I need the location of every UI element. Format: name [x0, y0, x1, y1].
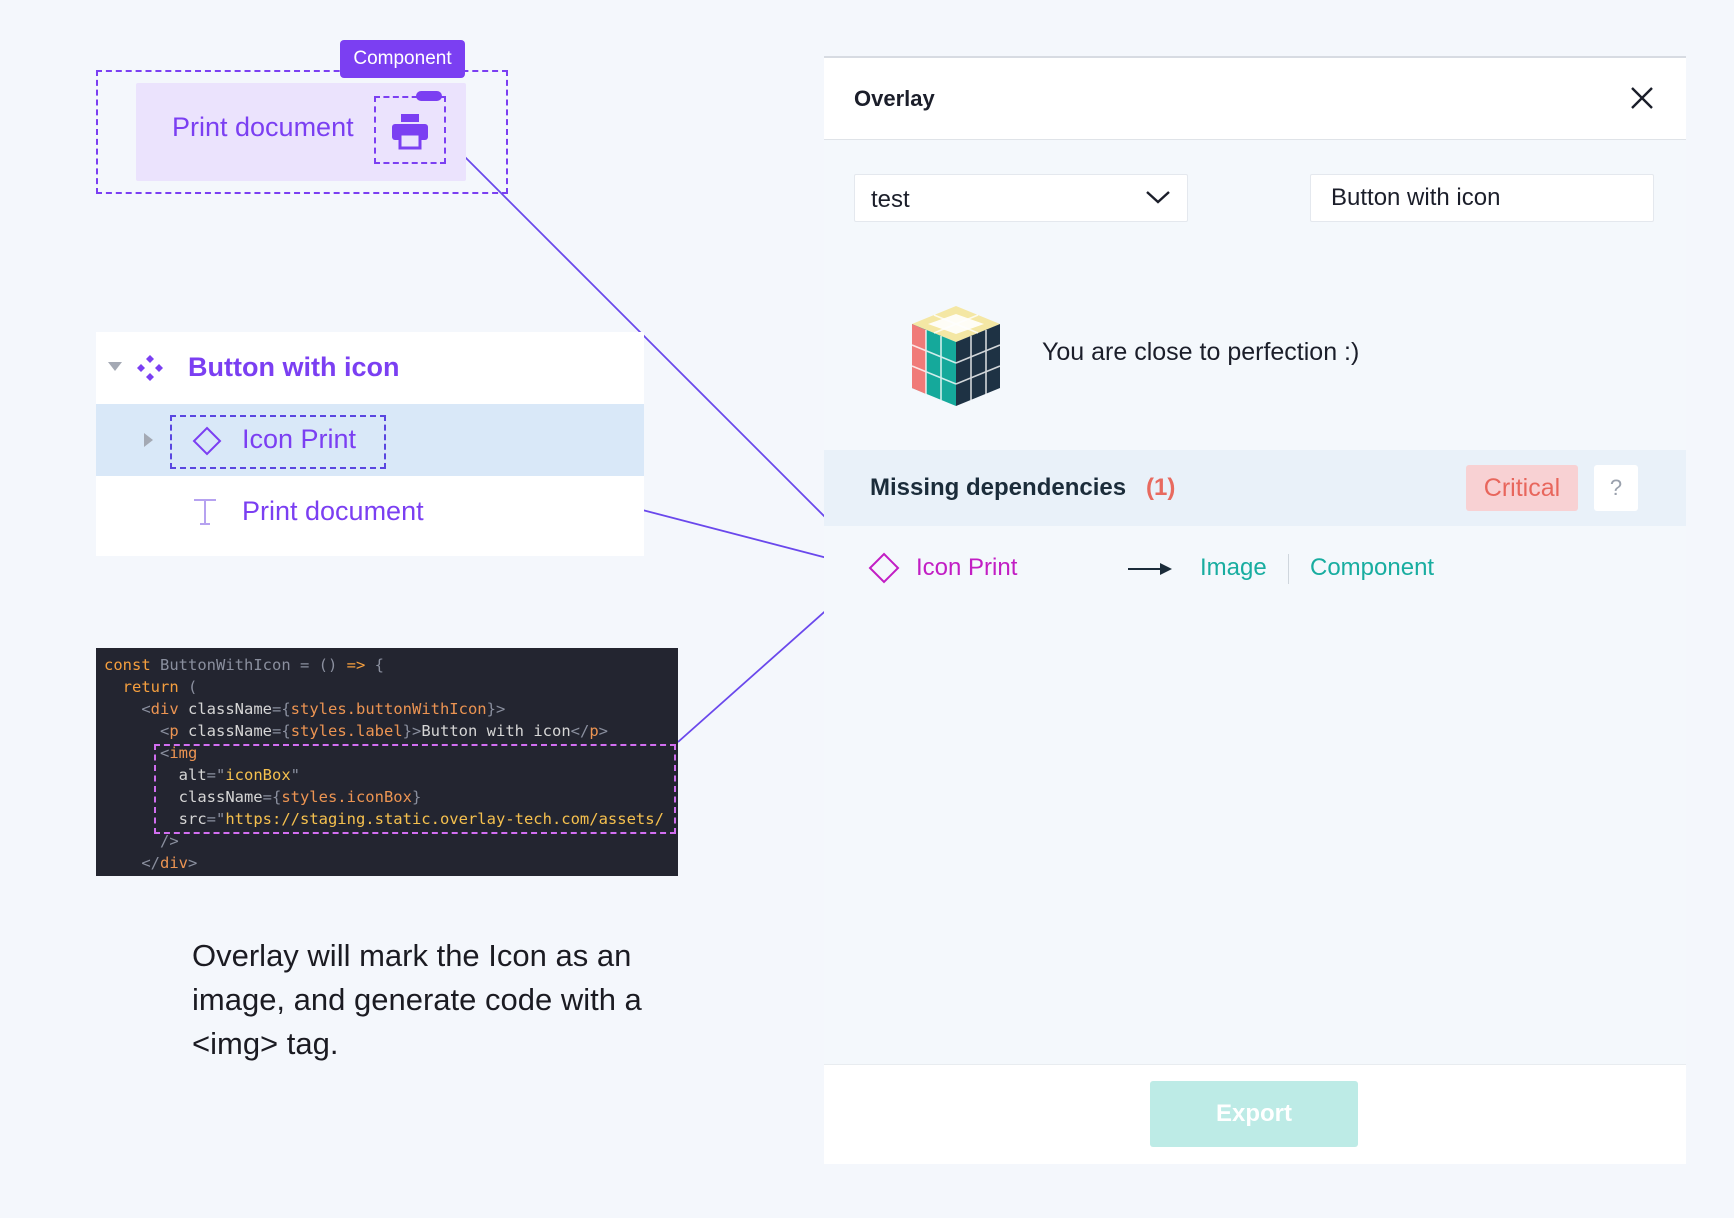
panel-footer: Export: [824, 1064, 1686, 1164]
component-name-input[interactable]: [1310, 174, 1654, 222]
mark-as-component-option[interactable]: Component: [1310, 554, 1434, 582]
dependency-name: Icon Print: [916, 554, 1018, 581]
overlay-panel: Overlay test You a: [824, 56, 1686, 1164]
dependency-row: Icon Print Image Component: [824, 538, 1686, 598]
divider: [1288, 554, 1289, 584]
component-icon: [137, 355, 163, 381]
mark-as-image-option[interactable]: Image: [1200, 554, 1267, 582]
code-line: </div>: [141, 854, 198, 872]
code-line: <div className={styles.buttonWithIcon}>: [141, 700, 506, 718]
printer-icon: [392, 114, 428, 150]
code-img-selection-outline: [154, 744, 676, 834]
print-document-label: Print document: [172, 112, 354, 142]
code-line: <p className={styles.label}>Button with …: [160, 722, 609, 740]
layer-item-print-document[interactable]: Print document: [96, 476, 644, 548]
project-select[interactable]: test: [854, 174, 1188, 222]
caret-right-icon[interactable]: [144, 433, 153, 447]
code-line: return (: [122, 678, 198, 696]
status-message: You are close to perfection :): [1042, 338, 1360, 366]
chevron-down-icon: [1146, 191, 1170, 204]
caret-down-icon[interactable]: [108, 362, 122, 372]
panel-title: Overlay: [854, 86, 935, 111]
close-icon[interactable]: [1628, 84, 1656, 112]
panel-header: Overlay: [824, 58, 1686, 140]
deps-count: (1): [1146, 474, 1176, 501]
diamond-instance-icon: [868, 552, 900, 584]
layer-item-button-with-icon[interactable]: Button with icon: [96, 332, 644, 404]
critical-badge: Critical: [1466, 465, 1578, 511]
layer-label: Button with icon: [188, 352, 400, 382]
deps-title: Missing dependencies: [870, 474, 1127, 501]
export-button[interactable]: Export: [1150, 1081, 1358, 1147]
layer-selection-outline: [170, 415, 386, 469]
help-button[interactable]: ?: [1594, 465, 1638, 511]
code-line: />: [160, 832, 179, 850]
missing-dependencies-header: Missing dependencies (1) Critical ?: [824, 450, 1686, 526]
text-icon: [194, 499, 216, 525]
layer-label: Print document: [242, 496, 424, 526]
cube-illustration-icon: [911, 306, 1001, 406]
caption: Overlay will mark the Icon as an image, …: [192, 938, 642, 1061]
resize-handle[interactable]: [416, 91, 442, 101]
code-line: const ButtonWithIcon = () => {: [104, 656, 384, 674]
canvas: Component Print document Button with ico…: [0, 0, 1734, 1218]
arrow-right-icon: [1128, 563, 1172, 575]
icon-selection-outline: [374, 96, 446, 164]
project-select-value: test: [871, 186, 910, 213]
component-badge: Component: [340, 40, 465, 78]
